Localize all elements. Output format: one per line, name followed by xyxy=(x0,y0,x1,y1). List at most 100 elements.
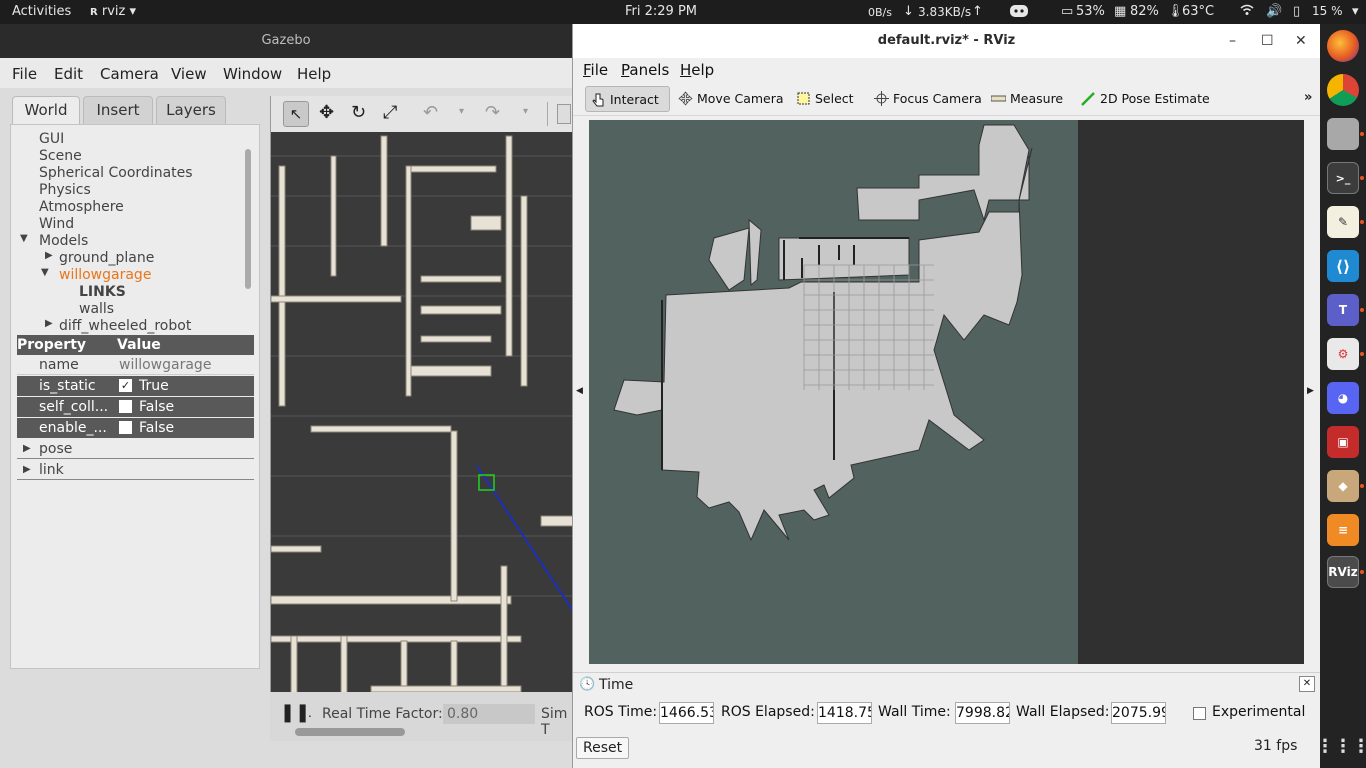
files-icon[interactable] xyxy=(1327,118,1359,150)
stack-app-icon[interactable]: ≡ xyxy=(1327,514,1359,546)
running-indicator xyxy=(1360,176,1364,180)
wall-elapsed-value: 2075.99 xyxy=(1111,702,1166,724)
undo-icon[interactable]: ↶ xyxy=(423,102,438,123)
ros-time-value: 1466.53 xyxy=(659,702,714,724)
screen-recorder-icon[interactable]: ▣ xyxy=(1327,426,1359,458)
tree-item-willowgarage[interactable]: willowgarage xyxy=(59,267,151,283)
tab-world[interactable]: World xyxy=(12,96,80,124)
menu-help[interactable]: Help xyxy=(297,65,331,83)
box-shape-icon[interactable] xyxy=(557,104,571,124)
select-mode-icon[interactable]: ↖ xyxy=(283,101,309,127)
rviz-3d-viewport[interactable] xyxy=(589,120,1304,664)
rviz-title-bar[interactable]: default.rviz* - RViz – ☐ ✕ xyxy=(573,24,1320,58)
chrome-icon[interactable] xyxy=(1327,74,1359,106)
discord-tray-icon[interactable] xyxy=(1009,3,1029,23)
checkbox-unchecked[interactable] xyxy=(119,400,132,413)
tool-2d-pose-estimate[interactable]: 2D Pose Estimate xyxy=(1076,86,1210,112)
system-menu-chevron-icon[interactable]: ▾ xyxy=(1352,4,1359,19)
checkbox-checked[interactable]: ✓ xyxy=(119,379,132,392)
terminal-icon[interactable]: >_ xyxy=(1327,162,1359,194)
wifi-icon[interactable] xyxy=(1240,4,1254,20)
menu-camera[interactable]: Camera xyxy=(100,65,159,83)
battery-icon[interactable]: ▯ xyxy=(1293,4,1300,19)
rotate-mode-icon[interactable]: ↻ xyxy=(351,102,366,123)
close-icon[interactable]: ✕ xyxy=(1295,24,1307,58)
tree-item-wind[interactable]: Wind xyxy=(39,216,74,232)
tree-item-robot[interactable]: diff_wheeled_robot xyxy=(59,318,191,334)
property-selfcollide-row[interactable]: self_coll... False xyxy=(17,397,254,417)
property-name-row[interactable]: name willowgarage xyxy=(17,355,254,375)
gazebo-left-panel: World Insert Layers GUI Scene Spherical … xyxy=(10,96,260,741)
menu-view[interactable]: View xyxy=(171,65,207,83)
tab-insert[interactable]: Insert xyxy=(83,96,153,124)
minimize-icon[interactable]: – xyxy=(1229,24,1236,58)
tab-layers[interactable]: Layers xyxy=(156,96,226,124)
property-enable-row[interactable]: enable_... False xyxy=(17,418,254,438)
menu-panels[interactable]: Panels xyxy=(621,61,669,79)
rviz-icon[interactable]: RViz xyxy=(1327,556,1359,588)
vscode-icon[interactable]: ⟨⟩ xyxy=(1327,250,1359,282)
pause-icon[interactable]: ❚❚ xyxy=(280,702,310,723)
menu-file[interactable]: File xyxy=(12,65,37,83)
clock-icon: 🕓 xyxy=(579,677,596,692)
app-menu[interactable]: R rviz ▾ xyxy=(90,4,136,19)
close-panel-icon[interactable]: ✕ xyxy=(1299,676,1315,692)
clock[interactable]: Fri 2:29 PM xyxy=(625,4,697,19)
firefox-icon[interactable] xyxy=(1327,30,1359,62)
tree-item-ground-plane[interactable]: ground_plane xyxy=(59,250,154,266)
scale-mode-icon[interactable]: ⤢ xyxy=(383,102,397,123)
tool-move-camera[interactable]: Move Camera xyxy=(673,86,784,112)
property-link-row[interactable]: ▶ link xyxy=(17,460,254,480)
gazebo-icon[interactable]: ◆ xyxy=(1327,470,1359,502)
show-apps-grid-icon[interactable]: ⋮⋮⋮ xyxy=(1316,730,1366,762)
step-icon[interactable]: . xyxy=(308,706,312,720)
tree-item-links[interactable]: LINKS xyxy=(79,284,126,300)
menu-file[interactable]: File xyxy=(583,61,608,79)
collapse-arrow-icon[interactable]: ▶ xyxy=(45,250,53,261)
tree-scrollbar[interactable] xyxy=(245,149,251,289)
tree-item-gui[interactable]: GUI xyxy=(39,131,64,147)
expand-arrow-icon[interactable]: ▼ xyxy=(20,233,28,244)
discord-icon[interactable]: ◕ xyxy=(1327,382,1359,414)
menu-edit[interactable]: Edit xyxy=(54,65,83,83)
settings-icon[interactable]: ⚙ xyxy=(1327,338,1359,370)
right-panel-toggle-icon[interactable]: ▶ xyxy=(1307,386,1314,396)
collapse-arrow-icon[interactable]: ▶ xyxy=(45,318,53,329)
expand-arrow-icon[interactable]: ▼ xyxy=(41,267,49,278)
left-panel-toggle-icon[interactable]: ◀ xyxy=(576,386,583,396)
translate-mode-icon[interactable]: ✥ xyxy=(319,102,334,123)
reset-button[interactable]: Reset xyxy=(576,737,630,759)
menu-window[interactable]: Window xyxy=(223,65,282,83)
gazebo-3d-viewport[interactable]: ↖ ✥ ↻ ⤢ ↶ ▾ ↷ ▾ xyxy=(270,96,572,741)
tree-item-atmosphere[interactable]: Atmosphere xyxy=(39,199,124,215)
experimental-checkbox[interactable] xyxy=(1193,707,1206,720)
volume-icon[interactable]: 🔊 xyxy=(1266,4,1282,19)
toolbar-overflow-icon[interactable]: » xyxy=(1304,90,1312,105)
property-static-row[interactable]: is_static ✓ True xyxy=(17,376,254,396)
tree-item-models[interactable]: Models xyxy=(39,233,88,249)
activities-button[interactable]: Activities xyxy=(12,4,71,19)
chevron-down-icon[interactable]: ▾ xyxy=(523,106,528,117)
horizontal-scrollbar[interactable] xyxy=(295,728,405,736)
menu-help[interactable]: Help xyxy=(680,61,714,79)
text-editor-icon[interactable]: ✎ xyxy=(1327,206,1359,238)
tree-item-scene[interactable]: Scene xyxy=(39,148,82,164)
teams-icon[interactable]: T xyxy=(1327,294,1359,326)
maximize-icon[interactable]: ☐ xyxy=(1261,24,1274,58)
net-up-speed: 0B/s xyxy=(868,6,892,19)
tree-item-physics[interactable]: Physics xyxy=(39,182,91,198)
tool-measure[interactable]: Measure xyxy=(986,86,1063,112)
collapse-arrow-icon[interactable]: ▶ xyxy=(23,443,31,454)
tool-focus-camera[interactable]: Focus Camera xyxy=(869,86,982,112)
tool-select[interactable]: Select xyxy=(791,86,854,112)
chevron-down-icon: ▾ xyxy=(129,4,136,19)
tool-interact[interactable]: Interact xyxy=(585,86,670,112)
chevron-down-icon[interactable]: ▾ xyxy=(459,106,464,117)
tree-item-walls[interactable]: walls xyxy=(79,301,114,317)
property-pose-row[interactable]: ▶ pose xyxy=(17,439,254,459)
checkbox-unchecked[interactable] xyxy=(119,421,132,434)
redo-icon[interactable]: ↷ xyxy=(485,102,500,123)
tree-item-spherical[interactable]: Spherical Coordinates xyxy=(39,165,193,181)
gazebo-title-bar[interactable]: Gazebo xyxy=(0,24,572,58)
collapse-arrow-icon[interactable]: ▶ xyxy=(23,464,31,475)
